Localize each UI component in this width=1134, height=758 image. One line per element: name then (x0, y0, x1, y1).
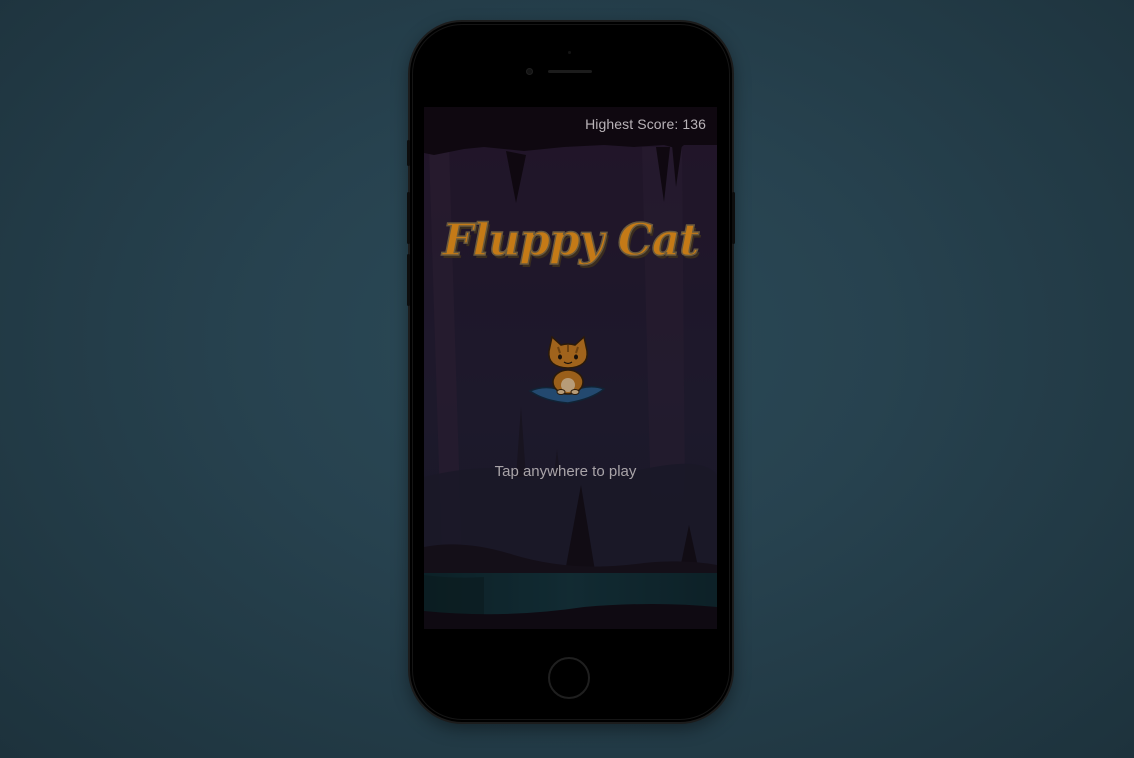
phone-volume-down-button (407, 254, 410, 306)
phone-side-button (407, 140, 410, 166)
phone-device: Highest Score: 136 Fluppy Cat Tap anywhe… (407, 22, 735, 722)
phone-speaker (548, 70, 592, 73)
highest-score-label: Highest Score: (585, 116, 679, 132)
phone-sensor (568, 51, 571, 54)
cat-on-carpet-icon (528, 335, 606, 404)
game-screen[interactable]: Highest Score: 136 Fluppy Cat Tap anywhe… (424, 107, 717, 629)
home-button-icon[interactable] (548, 657, 590, 699)
phone-volume-up-button (407, 192, 410, 244)
front-camera-icon (526, 68, 533, 75)
phone-power-button (732, 192, 735, 244)
tap-to-play-prompt: Tap anywhere to play (494, 463, 637, 480)
highest-score: Highest Score: 136 (585, 116, 706, 132)
highest-score-value: 136 (682, 116, 706, 132)
game-title: Fluppy Cat (442, 214, 701, 267)
